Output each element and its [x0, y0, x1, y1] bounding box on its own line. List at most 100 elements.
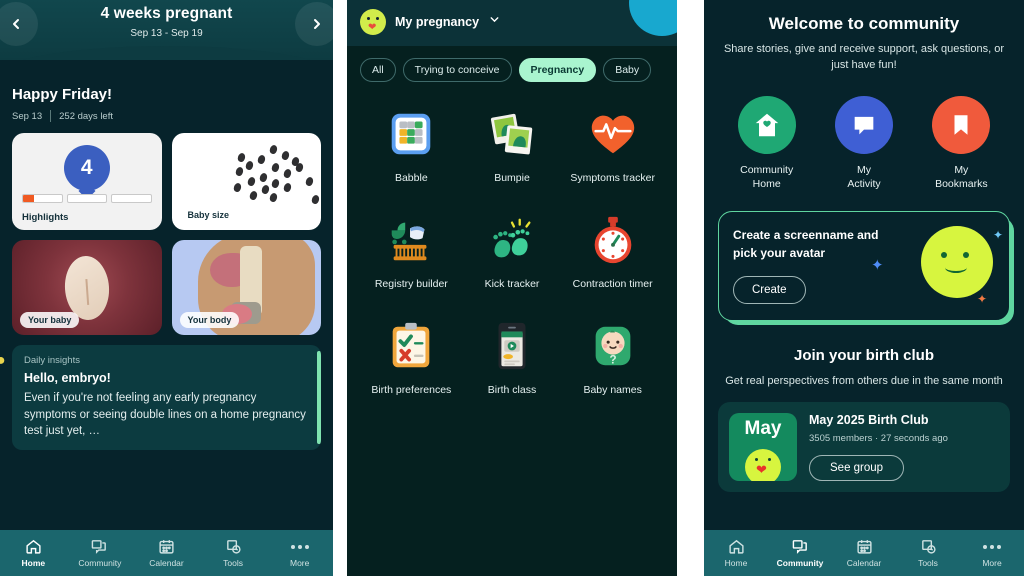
birth-club-subtitle: Get real perspectives from others due in…: [725, 375, 1003, 388]
birth-club-name: May 2025 Birth Club: [809, 412, 929, 427]
birth-club-meta: 3505 members · 27 seconds ago: [809, 432, 948, 444]
screenshot-stage: 4 weeks pregnant Sep 13 - Sep 19 Happy F…: [0, 0, 1024, 576]
tool-bumpie[interactable]: Bumpie: [462, 106, 563, 184]
chip-pregnancy[interactable]: Pregnancy: [518, 58, 597, 82]
tool-babble[interactable]: Babble: [361, 106, 462, 184]
label-line-2: Home: [752, 178, 781, 191]
nav-label: Calendar: [149, 558, 184, 568]
tool-registry-builder[interactable]: Registry builder: [361, 212, 462, 290]
chip-baby[interactable]: Baby: [603, 58, 652, 82]
more-dots-icon: [290, 538, 309, 555]
greeting-days-left: 252 days left: [59, 110, 113, 122]
chat-bubble-icon: [834, 95, 893, 154]
nav-item-tools[interactable]: Tools: [200, 538, 267, 568]
nav-item-home[interactable]: Home: [704, 538, 768, 568]
your-body-card[interactable]: Your body: [171, 240, 321, 335]
tools-header: ❤ My pregnancy: [347, 0, 677, 46]
pregnancy-selector[interactable]: ❤ My pregnancy: [347, 0, 677, 35]
tools-icon: [920, 538, 937, 555]
svg-text:?: ?: [609, 354, 616, 366]
more-dots-icon: [983, 538, 1001, 555]
chevron-right-icon: [314, 19, 320, 29]
your-baby-label: Your baby: [20, 312, 80, 328]
label-line-2: Bookmarks: [935, 178, 988, 191]
nav-label: Home: [21, 558, 46, 568]
phone-video-icon: [484, 318, 540, 374]
bookmark-icon: [932, 95, 991, 154]
chip-all[interactable]: All: [360, 58, 396, 82]
quick-action-my-activity[interactable]: My Activity: [816, 95, 912, 191]
tool-baby-names[interactable]: ? Baby names: [562, 318, 663, 396]
tool-label: Babble: [394, 172, 428, 184]
quick-action-community-home[interactable]: Community Home: [718, 95, 814, 191]
chevron-left-icon: [13, 19, 19, 29]
your-baby-card[interactable]: Your baby: [12, 240, 162, 335]
baby-size-card[interactable]: Baby size: [171, 133, 321, 230]
sparkle-icon: ✦: [992, 228, 1003, 243]
nav-item-calendar[interactable]: Calendar: [133, 538, 200, 568]
nav-item-community[interactable]: Community: [67, 538, 134, 568]
nav-item-community[interactable]: Community: [768, 538, 832, 568]
nav-label: Calendar: [846, 558, 882, 568]
quick-action-label: My Activity: [847, 163, 880, 191]
tool-symptoms-tracker[interactable]: Symptoms tracker: [562, 106, 663, 184]
filter-chips: All Trying to conceive Pregnancy Baby: [347, 46, 677, 82]
clipboard-check-icon: [383, 318, 439, 374]
see-group-button[interactable]: See group: [809, 454, 905, 481]
community-icon: [792, 538, 809, 555]
greeting-date: Sep 13: [12, 110, 43, 122]
tool-birth-class[interactable]: Birth class: [462, 318, 563, 396]
create-button[interactable]: Create: [733, 276, 806, 305]
birth-club-info: May 2025 Birth Club 3505 members · 27 se…: [809, 413, 948, 481]
quick-action-my-bookmarks[interactable]: My Bookmarks: [913, 95, 1009, 191]
week-bubble-wrap: 4: [12, 145, 162, 191]
sparkle-icon: ●: [0, 352, 6, 369]
tool-label: Birth class: [487, 384, 537, 396]
baby-feet-icon: [484, 212, 540, 268]
heart-pulse-icon: [585, 106, 641, 162]
page-subtitle: Share stories, give and receive support,…: [723, 43, 1005, 71]
label-line-1: My: [954, 163, 969, 176]
tool-kick-tracker[interactable]: Kick tracker: [462, 212, 563, 290]
panel-community: Welcome to community Share stories, give…: [704, 0, 1024, 576]
chevron-down-icon: [488, 13, 501, 31]
home-card-grid: 4 Highlights Baby size Your baby Your bo…: [12, 133, 321, 335]
nav-item-tools[interactable]: Tools: [896, 538, 960, 568]
nav-item-calendar[interactable]: Calendar: [832, 538, 896, 568]
birth-club-title: Join your birth club: [793, 347, 934, 365]
your-body-label: Your body: [179, 312, 240, 328]
greeting-divider: [50, 110, 52, 122]
create-card-inner: Create a screenname and pick your avatar…: [718, 211, 1010, 322]
insight-scroll-indicator: [317, 351, 321, 445]
progress-segment: [111, 194, 152, 203]
tool-birth-preferences[interactable]: Birth preferences: [361, 318, 462, 396]
home-icon: [728, 538, 745, 555]
highlights-card[interactable]: 4 Highlights: [12, 133, 162, 230]
birth-club-card[interactable]: May ❤ May 2025 Birth Club 3505 members ·…: [718, 401, 1010, 492]
nav-item-more[interactable]: More: [960, 538, 1024, 568]
blob-face-icon: ❤: [745, 448, 781, 481]
previous-week-button[interactable]: [0, 2, 38, 46]
progress-fill: [23, 195, 34, 202]
nav-item-home[interactable]: Home: [0, 538, 67, 568]
nav-label: Home: [724, 558, 748, 568]
chip-trying-to-conceive[interactable]: Trying to conceive: [402, 58, 512, 82]
progress-segment: [22, 194, 63, 203]
label-line-2: Activity: [847, 178, 881, 191]
tool-contraction-timer[interactable]: Contraction timer: [562, 212, 663, 290]
nav-label: Tools: [223, 558, 243, 568]
sparkle-icon: ✦: [871, 257, 884, 275]
highlights-label: Highlights: [22, 212, 69, 223]
daily-insight-card[interactable]: Daily insights Hello, embryo! Even if yo…: [12, 345, 321, 451]
nav-label: Tools: [918, 558, 938, 568]
bottom-nav: Home Community Calendar Tools More: [0, 530, 333, 576]
birth-club-badge: May ❤: [729, 412, 797, 481]
next-week-button[interactable]: [295, 2, 333, 46]
nav-label: Community: [776, 558, 824, 568]
greeting-title: Happy Friday!: [12, 86, 113, 103]
week-title: 4 weeks pregnant: [100, 5, 233, 22]
community-icon: [91, 538, 108, 555]
highlights-progress: [22, 194, 152, 203]
quick-action-label: Community Home: [740, 163, 793, 191]
nav-item-more[interactable]: More: [266, 538, 333, 568]
